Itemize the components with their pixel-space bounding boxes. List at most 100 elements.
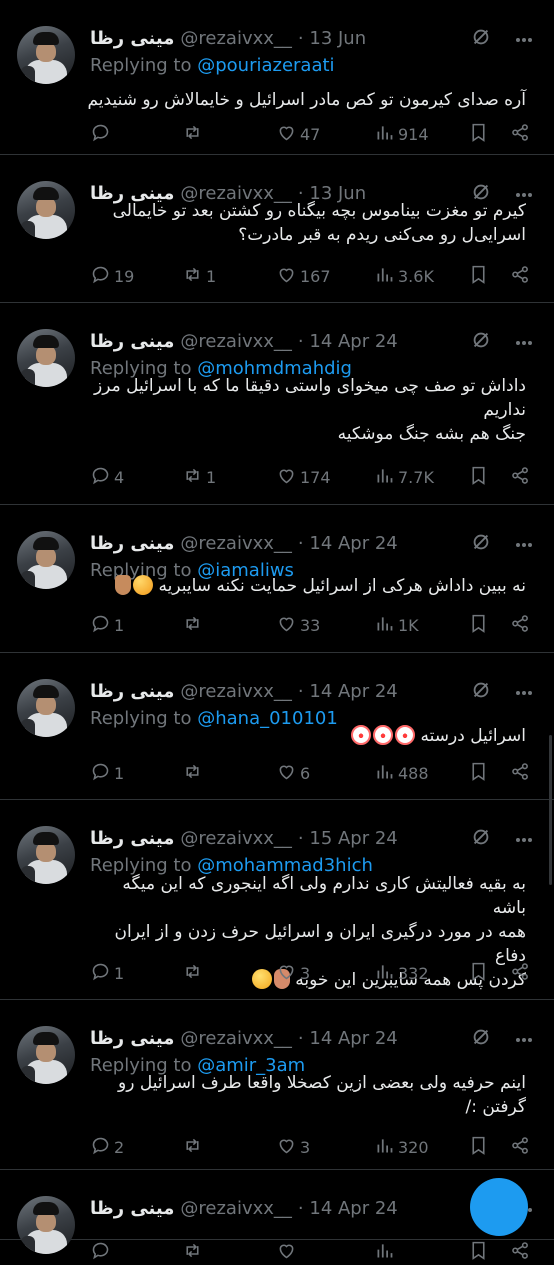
handle[interactable]: @rezaivxx__ (180, 331, 292, 352)
like-button[interactable]: 33 (276, 613, 320, 637)
like-button[interactable]: 47 (276, 122, 320, 146)
handle[interactable]: @rezaivxx__ (180, 28, 292, 49)
avatar[interactable] (17, 1196, 75, 1254)
display-name[interactable]: مینی رظا (90, 331, 174, 352)
display-name[interactable]: مینی رظا (90, 533, 174, 554)
tweet[interactable]: مینی رظا @rezaivxx__ · 14 Apr 24 Replying t… (0, 505, 554, 653)
handle[interactable]: @rezaivxx__ (180, 681, 292, 702)
retweet-button[interactable] (182, 1135, 206, 1159)
like-button[interactable]: 3 (276, 961, 310, 985)
share-button[interactable] (510, 613, 531, 637)
retweet-count: 1 (206, 266, 217, 286)
compose-button[interactable] (470, 1178, 528, 1236)
tweet[interactable]: مینی رظا @rezaivxx__ · 13 Jun کیرم تو مغزت … (0, 155, 554, 303)
avatar[interactable] (17, 329, 75, 387)
timestamp[interactable]: · 13 Jun (298, 28, 366, 49)
tweet[interactable]: مینی رظا @rezaivxx__ · 13 Jun Replying to @… (0, 0, 554, 155)
retweet-button[interactable] (182, 961, 206, 985)
timestamp[interactable]: · 14 Apr 24 (298, 331, 398, 352)
share-button[interactable] (510, 264, 531, 288)
display-name[interactable]: مینی رظا (90, 1028, 174, 1049)
display-name[interactable]: مینی رظا (90, 1198, 174, 1219)
reply-button[interactable]: 2 (90, 1135, 124, 1159)
display-name[interactable]: مینی رظا (90, 681, 174, 702)
views-button[interactable]: 1K (374, 613, 419, 637)
timestamp[interactable]: · 14 Apr 24 (298, 1028, 398, 1049)
retweet-button[interactable] (182, 122, 206, 146)
reply-button[interactable]: 4 (90, 465, 124, 489)
views-button[interactable]: 914 (374, 122, 429, 146)
like-button[interactable]: 3 (276, 1135, 310, 1159)
like-button[interactable] (276, 1240, 300, 1264)
reply-button[interactable] (90, 1240, 114, 1264)
bookmark-button[interactable] (468, 1135, 489, 1159)
bookmark-button[interactable] (468, 1240, 489, 1264)
views-button[interactable]: 7.7K (374, 465, 434, 489)
share-button[interactable] (510, 465, 531, 489)
avatar[interactable] (17, 26, 75, 84)
replying-to-handle[interactable]: @pouriazeraati (197, 55, 334, 76)
views-button[interactable]: 3.6K (374, 264, 434, 288)
more-icon[interactable] (514, 830, 534, 850)
avatar[interactable] (17, 679, 75, 737)
retweet-button[interactable]: 1 (182, 264, 216, 288)
tweet[interactable]: مینی رظا @rezaivxx__ · 15 Apr 24 Replying t… (0, 800, 554, 1000)
more-icon[interactable] (514, 30, 534, 50)
retweet-button[interactable] (182, 1240, 206, 1264)
more-icon[interactable] (514, 1030, 534, 1050)
timestamp[interactable]: · 14 Apr 24 (298, 681, 398, 702)
more-icon[interactable] (514, 535, 534, 555)
handle[interactable]: @rezaivxx__ (180, 533, 292, 554)
bookmark-button[interactable] (468, 761, 489, 785)
timestamp[interactable]: · 14 Apr 24 (298, 533, 398, 554)
retweet-button[interactable] (182, 613, 206, 637)
avatar[interactable] (17, 826, 75, 884)
share-button[interactable] (510, 761, 531, 785)
timestamp[interactable]: · 14 Apr 24 (298, 1198, 398, 1219)
share-button[interactable] (510, 1135, 531, 1159)
tweet[interactable]: مینی رظا @rezaivxx__ · 14 Apr 24 Replying t… (0, 1000, 554, 1170)
share-button[interactable] (510, 122, 531, 146)
retweet-button[interactable]: 1 (182, 465, 216, 489)
scrollbar[interactable] (549, 735, 552, 885)
views-button[interactable]: 320 (374, 1135, 429, 1159)
grok-icon[interactable] (470, 826, 492, 848)
bookmark-button[interactable] (468, 465, 489, 489)
retweet-button[interactable] (182, 761, 206, 785)
reply-button[interactable] (90, 122, 114, 146)
like-button[interactable]: 174 (276, 465, 331, 489)
avatar[interactable] (17, 1026, 75, 1084)
reply-button[interactable]: 1 (90, 761, 124, 785)
reply-button[interactable]: 1 (90, 961, 124, 985)
bookmark-button[interactable] (468, 961, 489, 985)
avatar[interactable] (17, 531, 75, 589)
handle[interactable]: @rezaivxx__ (180, 1028, 292, 1049)
more-icon[interactable] (514, 683, 534, 703)
grok-icon[interactable] (470, 1026, 492, 1048)
share-button[interactable] (510, 961, 531, 985)
grok-icon[interactable] (470, 531, 492, 553)
display-name[interactable]: مینی رظا (90, 28, 174, 49)
handle[interactable]: @rezaivxx__ (180, 1198, 292, 1219)
reply-button[interactable]: 19 (90, 264, 134, 288)
views-button[interactable] (374, 1240, 398, 1264)
bookmark-button[interactable] (468, 122, 489, 146)
more-icon[interactable] (514, 333, 534, 353)
reply-button[interactable]: 1 (90, 613, 124, 637)
bookmark-button[interactable] (468, 613, 489, 637)
like-button[interactable]: 6 (276, 761, 310, 785)
views-button[interactable]: 488 (374, 761, 429, 785)
like-button[interactable]: 167 (276, 264, 331, 288)
timestamp[interactable]: · 15 Apr 24 (298, 828, 398, 849)
grok-icon[interactable] (470, 329, 492, 351)
bookmark-button[interactable] (468, 264, 489, 288)
grok-icon[interactable] (470, 26, 492, 48)
tweet[interactable]: مینی رظا @rezaivxx__ · 14 Apr 24 Replying t… (0, 653, 554, 800)
display-name[interactable]: مینی رظا (90, 828, 174, 849)
grok-icon[interactable] (470, 679, 492, 701)
views-button[interactable]: 332 (374, 961, 429, 985)
avatar[interactable] (17, 181, 75, 239)
tweet[interactable]: مینی رظا @rezaivxx__ · 14 Apr 24 Replying t… (0, 303, 554, 505)
share-button[interactable] (510, 1240, 531, 1264)
handle[interactable]: @rezaivxx__ (180, 828, 292, 849)
